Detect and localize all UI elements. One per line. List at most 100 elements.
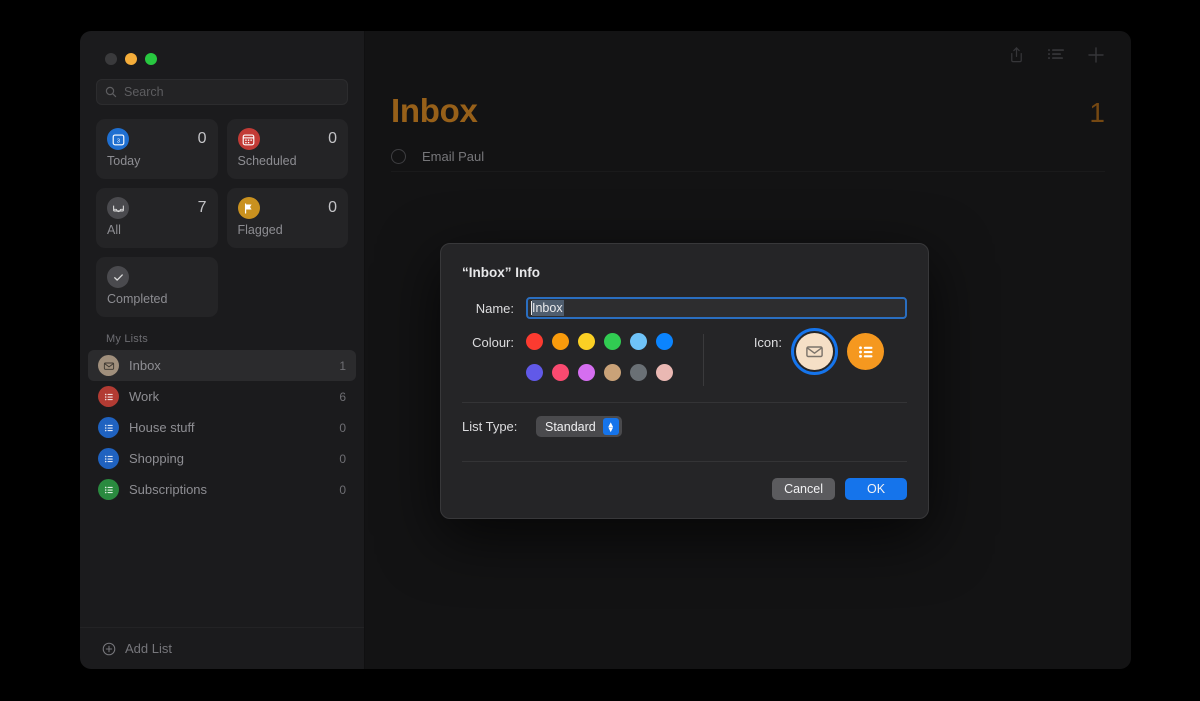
icon-option-envelope[interactable]: [796, 333, 833, 370]
list-type-row: List Type: Standard ▲▼: [462, 416, 907, 437]
icon-picker: Icon:: [730, 333, 884, 386]
icon-option-list[interactable]: [847, 333, 884, 370]
smart-card-all[interactable]: 7 All: [96, 188, 218, 248]
smart-card-count: 0: [328, 130, 337, 148]
list-item-house-stuff[interactable]: House stuff 0: [88, 412, 356, 443]
list-item-shopping[interactable]: Shopping 0: [88, 443, 356, 474]
icon-choices: [796, 333, 884, 370]
page-title: Inbox: [391, 92, 478, 130]
plus-icon[interactable]: [1087, 46, 1105, 64]
list-type-value: Standard: [545, 420, 596, 434]
colour-swatch-blue[interactable]: [656, 333, 673, 350]
colour-swatch-yellow[interactable]: [578, 333, 595, 350]
dialog-actions: Cancel OK: [772, 478, 907, 500]
list-type-select[interactable]: Standard ▲▼: [536, 416, 622, 437]
list-item-label: House stuff: [129, 420, 329, 435]
list-item-count: 0: [339, 421, 346, 435]
name-field-row: Name: Inbox: [462, 297, 907, 319]
smart-card-label: Completed: [107, 292, 207, 306]
reminders-list: Email Paul: [365, 130, 1131, 172]
chevron-up-down-icon: ▲▼: [603, 418, 619, 435]
list-icon: [856, 342, 876, 362]
colour-swatch-pink[interactable]: [552, 364, 569, 381]
colour-swatch-green[interactable]: [604, 333, 621, 350]
minimize-window-button[interactable]: [125, 53, 137, 65]
share-icon[interactable]: [1008, 46, 1025, 64]
list-type-label: List Type:: [462, 419, 528, 434]
calendar-icon: [238, 128, 260, 150]
colour-swatch-tan[interactable]: [604, 364, 621, 381]
icon-label: Icon:: [730, 333, 782, 350]
toolbar: [365, 31, 1131, 78]
page-count: 1: [1089, 97, 1105, 129]
flag-icon: [238, 197, 260, 219]
list-icon: [98, 479, 119, 500]
name-input-value: Inbox: [532, 300, 564, 316]
list-item-inbox[interactable]: Inbox 1: [88, 350, 356, 381]
search-container: Search: [80, 65, 364, 105]
list-icon: [98, 417, 119, 438]
traffic-lights: [80, 31, 364, 65]
smart-card-completed[interactable]: Completed: [96, 257, 218, 317]
dialog-title: “Inbox” Info: [462, 244, 907, 280]
user-lists: Inbox 1 Work 6: [80, 350, 364, 505]
sidebar: Search 3 0 Today: [80, 31, 365, 669]
colour-swatch-grey[interactable]: [630, 364, 647, 381]
envelope-icon: [805, 342, 824, 361]
list-item-count: 0: [339, 483, 346, 497]
ok-button[interactable]: OK: [845, 478, 907, 500]
maximize-window-button[interactable]: [145, 53, 157, 65]
smart-card-label: Today: [107, 154, 207, 168]
smart-card-count: 7: [198, 199, 207, 217]
smart-card-label: Flagged: [238, 223, 338, 237]
add-list-label: Add List: [125, 641, 172, 656]
colour-swatch-red[interactable]: [526, 333, 543, 350]
sort-list-icon[interactable]: [1047, 47, 1065, 63]
colour-swatch-light-blue[interactable]: [630, 333, 647, 350]
tray-icon: [107, 197, 129, 219]
search-placeholder: Search: [124, 85, 164, 99]
my-lists-section-title: My Lists: [80, 317, 364, 350]
search-input[interactable]: Search: [96, 79, 348, 105]
smart-lists-grid: 3 0 Today 0: [80, 105, 364, 317]
svg-text:3: 3: [116, 138, 119, 144]
plus-circle-icon: [102, 642, 116, 656]
colour-swatch-orange[interactable]: [552, 333, 569, 350]
colour-swatch-purple[interactable]: [526, 364, 543, 381]
close-window-button[interactable]: [105, 53, 117, 65]
page-header: Inbox 1: [365, 78, 1131, 130]
reminders-window: Search 3 0 Today: [80, 31, 1131, 669]
smart-card-today[interactable]: 3 0 Today: [96, 119, 218, 179]
smart-card-label: Scheduled: [238, 154, 338, 168]
list-item-count: 6: [339, 390, 346, 404]
name-label: Name:: [462, 301, 514, 316]
checkmark-icon: [107, 266, 129, 288]
list-item-count: 0: [339, 452, 346, 466]
list-item-work[interactable]: Work 6: [88, 381, 356, 412]
add-list-button[interactable]: Add List: [80, 627, 364, 669]
list-item-subscriptions[interactable]: Subscriptions 0: [88, 474, 356, 505]
list-item-label: Shopping: [129, 451, 329, 466]
smart-card-label: All: [107, 223, 207, 237]
dialog-separator-top: [462, 402, 907, 403]
colour-swatch-blush[interactable]: [656, 364, 673, 381]
dialog-divider: [703, 334, 704, 386]
envelope-icon: [98, 355, 119, 376]
colour-swatch-violet[interactable]: [578, 364, 595, 381]
search-icon: [105, 86, 117, 98]
list-icon: [98, 386, 119, 407]
calendar-day-icon: 3: [107, 128, 129, 150]
cancel-button[interactable]: Cancel: [772, 478, 835, 500]
colour-label: Colour:: [462, 333, 514, 386]
list-item-count: 1: [339, 359, 346, 373]
smart-card-count: 0: [198, 130, 207, 148]
smart-card-scheduled[interactable]: 0 Scheduled: [227, 119, 349, 179]
list-icon: [98, 448, 119, 469]
reminder-row[interactable]: Email Paul: [391, 142, 1105, 172]
list-item-label: Subscriptions: [129, 482, 329, 497]
colour-swatches: [526, 333, 681, 386]
smart-card-flagged[interactable]: 0 Flagged: [227, 188, 349, 248]
list-item-label: Work: [129, 389, 329, 404]
name-input[interactable]: Inbox: [526, 297, 907, 319]
reminder-complete-toggle[interactable]: [391, 149, 406, 164]
